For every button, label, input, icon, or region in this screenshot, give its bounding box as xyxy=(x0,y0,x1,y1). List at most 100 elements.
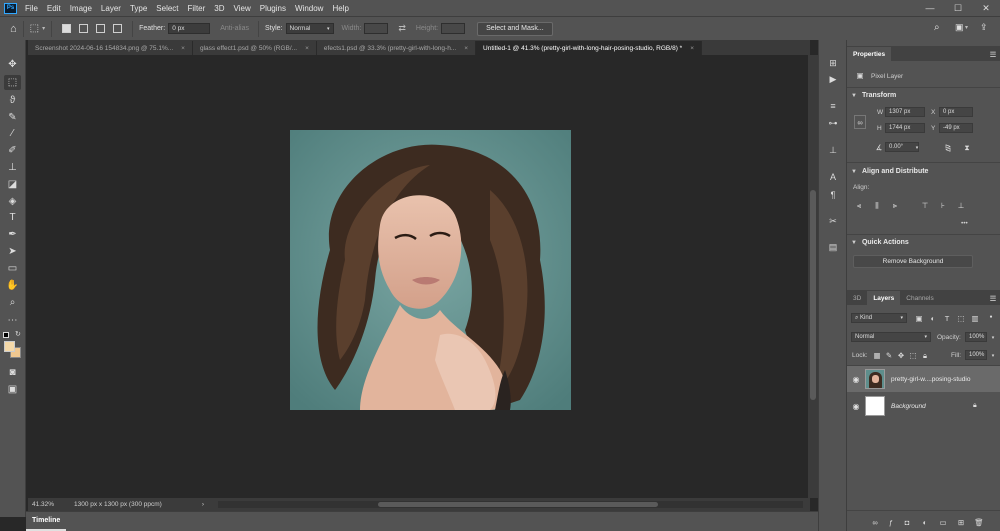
vertical-scrollbar[interactable] xyxy=(808,55,818,498)
pen-tool-icon[interactable]: ✒ xyxy=(4,227,21,242)
transform-section-header[interactable]: ▼ Transform xyxy=(851,92,896,99)
zoom-tool-icon[interactable]: ⌕ xyxy=(4,295,21,310)
layer-row[interactable]: ◉ pretty-girl-w....posing-studio xyxy=(847,366,1000,392)
canvas-area[interactable] xyxy=(28,55,810,498)
tools-icon[interactable]: ✂ xyxy=(826,215,840,228)
actions-play-icon[interactable]: ▶ xyxy=(826,73,840,86)
filter-pixel-icon[interactable]: ▣ xyxy=(913,313,925,324)
new-group-icon[interactable]: ▭ xyxy=(937,517,949,528)
antialias-checkbox[interactable]: Anti-alias xyxy=(220,25,249,32)
sliders-icon[interactable]: ⊶ xyxy=(826,117,840,130)
eyedropper-tool-icon[interactable]: ⁄ xyxy=(4,126,21,141)
workspace-icon[interactable]: ▣ xyxy=(955,22,964,33)
maximize-button[interactable]: ☐ xyxy=(944,0,972,16)
minimize-button[interactable]: — xyxy=(916,0,944,16)
flip-vertical-icon[interactable]: ⧗ xyxy=(961,142,973,153)
close-icon[interactable]: × xyxy=(464,45,468,52)
chevron-down-icon[interactable]: ▾ xyxy=(965,24,968,31)
lasso-tool-icon[interactable]: ϑ xyxy=(4,93,21,108)
document-tab-active[interactable]: Untitled-1 @ 41.3% (pretty-girl-with-lon… xyxy=(476,41,702,55)
horizontal-scrollbar[interactable] xyxy=(218,501,803,508)
fill-input[interactable]: 100% xyxy=(965,350,987,360)
align-right-icon[interactable]: ⫸ xyxy=(889,200,901,211)
quick-actions-section-header[interactable]: ▼ Quick Actions xyxy=(851,239,909,246)
close-window-button[interactable]: ✕ xyxy=(972,0,1000,16)
swap-colors-icon[interactable]: ↻ xyxy=(15,330,21,338)
align-section-header[interactable]: ▼ Align and Distribute xyxy=(851,168,928,175)
opacity-input[interactable]: 100% xyxy=(965,332,987,342)
menu-plugins[interactable]: Plugins xyxy=(260,4,286,13)
close-icon[interactable]: × xyxy=(181,45,185,52)
zoom-level[interactable]: 41.32% xyxy=(32,501,68,508)
timeline-tab[interactable]: Timeline xyxy=(26,512,67,531)
hand-tool-icon[interactable]: ✋ xyxy=(4,278,21,293)
new-selection-icon[interactable] xyxy=(62,24,72,33)
libraries-icon[interactable]: ▤ xyxy=(826,241,840,254)
move-tool-icon[interactable]: ✥ xyxy=(4,57,21,72)
width-input[interactable] xyxy=(364,23,389,34)
height-input[interactable] xyxy=(441,23,466,34)
more-tools-icon[interactable]: ⋯ xyxy=(4,313,21,328)
clone-stamp-tool-icon[interactable]: ⊥ xyxy=(4,160,21,175)
history-icon[interactable]: ⊞ xyxy=(826,57,840,70)
add-to-selection-icon[interactable] xyxy=(79,24,89,33)
blur-tool-icon[interactable]: ◈ xyxy=(4,194,21,209)
select-and-mask-button[interactable]: Select and Mask... xyxy=(477,21,553,36)
screen-mode-icon[interactable]: ▣ xyxy=(4,382,21,397)
width-input[interactable]: 1307 px xyxy=(885,107,925,117)
menu-help[interactable]: Help xyxy=(332,4,348,13)
lock-all-icon[interactable]: 🔒︎ xyxy=(919,350,931,361)
chevron-down-icon[interactable]: ▾ xyxy=(987,350,999,361)
document-tab[interactable]: Screenshot 2024-06-16 154834.png @ 75.1%… xyxy=(28,41,193,55)
vertical-scroll-thumb[interactable] xyxy=(810,190,816,400)
tab-3d[interactable]: 3D xyxy=(847,291,867,305)
tab-layers[interactable]: Layers xyxy=(867,291,901,305)
type-tool-icon[interactable]: T xyxy=(4,210,21,225)
search-icon[interactable]: ⌕ xyxy=(934,22,940,33)
filter-type-icon[interactable]: T xyxy=(941,313,953,324)
document-tab[interactable]: glass effect1.psd @ 50% (RGB/... × xyxy=(192,41,317,55)
visibility-eye-icon[interactable]: ◉ xyxy=(847,375,865,384)
filter-shape-icon[interactable]: ⬚ xyxy=(955,313,967,324)
rectangular-marquee-tool-icon[interactable]: ⬚ xyxy=(4,75,21,90)
lock-pixels-icon[interactable]: ✎ xyxy=(883,350,895,361)
quick-mask-icon[interactable]: ◙ xyxy=(4,365,21,380)
align-center-h-icon[interactable]: ⫼ xyxy=(871,200,883,211)
chevron-down-icon[interactable]: ▾ xyxy=(987,332,999,343)
brush-tool-icon[interactable]: ✐ xyxy=(4,143,21,158)
menu-image[interactable]: Image xyxy=(70,4,92,13)
character-icon[interactable]: A xyxy=(826,170,840,183)
menu-layer[interactable]: Layer xyxy=(101,4,121,13)
paragraph-icon[interactable]: ¶ xyxy=(826,188,840,201)
lock-transparent-icon[interactable]: ▦ xyxy=(871,350,883,361)
home-icon[interactable]: ⌂ xyxy=(10,23,17,35)
menu-file[interactable]: File xyxy=(25,4,38,13)
rectangle-tool-icon[interactable]: ▭ xyxy=(4,261,21,276)
link-layers-icon[interactable]: ∞ xyxy=(869,517,881,528)
share-icon[interactable]: ⇪ xyxy=(980,22,988,33)
horizontal-scroll-thumb[interactable] xyxy=(378,502,658,507)
adjustments-icon[interactable]: ≡ xyxy=(826,99,840,112)
filter-toggle-icon[interactable]: ● xyxy=(985,311,997,322)
foreground-color-swatch[interactable] xyxy=(4,341,15,352)
lock-position-icon[interactable]: ✥ xyxy=(895,350,907,361)
menu-3d[interactable]: 3D xyxy=(214,4,224,13)
clone-source-icon[interactable]: ⊥ xyxy=(826,144,840,157)
layer-style-icon[interactable]: ƒ xyxy=(885,517,897,528)
new-layer-icon[interactable]: ⊞ xyxy=(955,517,967,528)
menu-filter[interactable]: Filter xyxy=(188,4,206,13)
height-input[interactable]: 1744 px xyxy=(885,123,925,133)
panel-menu-icon[interactable]: ☰ xyxy=(987,49,999,60)
filter-smart-object-icon[interactable]: ▥ xyxy=(969,313,981,324)
swap-dimensions-icon[interactable]: ⇄ xyxy=(398,23,406,34)
document-tab[interactable]: efects1.psd @ 33.3% (pretty-girl-with-lo… xyxy=(316,41,477,55)
filter-adjustment-icon[interactable]: ◐ xyxy=(927,313,939,324)
add-mask-icon[interactable]: ◘ xyxy=(901,517,913,528)
subtract-selection-icon[interactable] xyxy=(96,24,106,33)
status-menu-arrow-icon[interactable]: › xyxy=(202,501,204,508)
layer-filter-kind-select[interactable]: ⌕ Kind ▾ xyxy=(851,313,907,323)
menu-window[interactable]: Window xyxy=(295,4,323,13)
layer-row[interactable]: ◉ Background 🔒︎ xyxy=(847,393,1000,419)
delete-layer-icon[interactable]: 🗑︎ xyxy=(973,517,985,528)
visibility-eye-icon[interactable]: ◉ xyxy=(847,402,865,411)
